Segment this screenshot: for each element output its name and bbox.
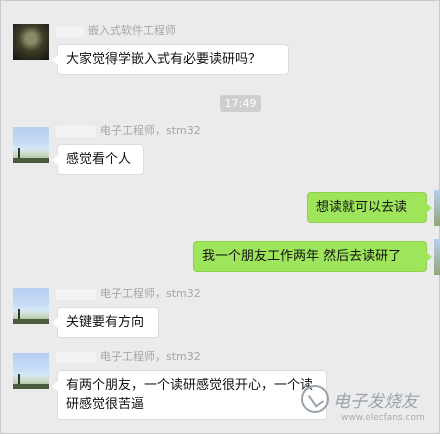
watermark-url: www.elecfans.com — [341, 413, 425, 423]
sender-name: 嵌入式软件工程师 — [56, 22, 176, 38]
message-bubble[interactable]: 感觉看个人 — [52, 144, 144, 175]
avatar[interactable] — [13, 127, 49, 163]
redacted-name — [56, 351, 96, 363]
message-bubble-self[interactable]: 我一个朋友工作两年 然后去读研了 — [193, 241, 432, 272]
timestamp: 17:49 — [220, 95, 261, 112]
self-avatar[interactable] — [434, 239, 440, 275]
message-text: 大家觉得学嵌入式有必要读研吗？ — [66, 52, 262, 67]
sender-name: 电子工程师，stm32 — [56, 285, 201, 301]
message-text: 我一个朋友工作两年 然后去读研了 — [202, 249, 402, 264]
message-text: 感觉看个人 — [66, 152, 132, 167]
message-text: 关键要有方向 — [66, 315, 145, 330]
message-text: 有两个朋友，一个读研感觉很开心，一个读研感觉很苦逼 — [66, 378, 314, 412]
watermark-name: 电子发烧友 — [333, 392, 418, 412]
avatar[interactable] — [13, 353, 49, 389]
message-bubble[interactable]: 大家觉得学嵌入式有必要读研吗？ — [52, 44, 289, 75]
sender-name: 电子工程师，stm32 — [56, 348, 201, 364]
avatar[interactable] — [13, 24, 49, 60]
redacted-name — [56, 125, 96, 137]
self-avatar[interactable] — [434, 190, 440, 226]
elecfans-logo-icon — [301, 385, 329, 413]
message-bubble-self[interactable]: 想读就可以去读 — [307, 192, 432, 223]
avatar[interactable] — [13, 288, 49, 324]
sender-name: 电子工程师，stm32 — [56, 122, 201, 138]
message-text: 想读就可以去读 — [316, 200, 408, 215]
redacted-name — [56, 25, 84, 37]
chat-window: 嵌入式软件工程师 大家觉得学嵌入式有必要读研吗？ 17:49 电子工程师，stm… — [0, 0, 440, 434]
redacted-name — [56, 288, 96, 300]
message-bubble[interactable]: 关键要有方向 — [52, 307, 159, 338]
watermark: 电子发烧友 www.elecfans.com — [301, 381, 440, 431]
message-bubble[interactable]: 有两个朋友，一个读研感觉很开心，一个读研感觉很苦逼 — [52, 370, 327, 420]
